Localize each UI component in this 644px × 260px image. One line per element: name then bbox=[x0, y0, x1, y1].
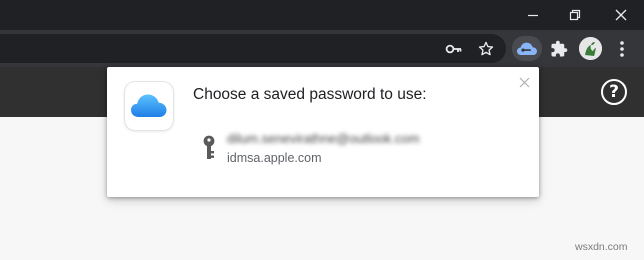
avatar[interactable] bbox=[579, 37, 602, 60]
extensions-button[interactable] bbox=[548, 38, 570, 60]
popup-title: Choose a saved password to use: bbox=[193, 86, 427, 103]
saved-credential-item[interactable]: dilum.senevirathne@outlook.com idmsa.app… bbox=[201, 125, 451, 167]
close-icon bbox=[519, 77, 529, 87]
more-icon bbox=[620, 41, 624, 57]
star-icon bbox=[478, 41, 494, 56]
minimize-icon bbox=[528, 14, 538, 17]
help-button[interactable]: ? bbox=[601, 79, 627, 105]
icloud-extension-icon bbox=[517, 42, 537, 55]
browser-titlebar bbox=[0, 0, 644, 30]
help-icon: ? bbox=[609, 82, 619, 102]
minimize-button[interactable] bbox=[512, 0, 554, 30]
menu-button[interactable] bbox=[611, 38, 633, 60]
password-key-button[interactable] bbox=[443, 38, 465, 60]
credential-username: dilum.senevirathne@outlook.com bbox=[227, 131, 420, 146]
bookmark-button[interactable] bbox=[475, 38, 497, 60]
key-icon bbox=[203, 135, 215, 159]
close-icon bbox=[615, 9, 627, 21]
credential-domain: idmsa.apple.com bbox=[227, 151, 322, 165]
icloud-icon bbox=[131, 94, 167, 117]
browser-toolbar bbox=[0, 30, 644, 67]
watermark: wsxdn.com bbox=[575, 241, 628, 253]
icloud-extension-button[interactable] bbox=[512, 36, 542, 61]
key-icon bbox=[445, 44, 462, 54]
avatar-image bbox=[579, 37, 602, 60]
password-picker-popup: Choose a saved password to use: dilum.se… bbox=[107, 67, 539, 197]
restore-icon bbox=[569, 9, 581, 21]
puzzle-icon bbox=[551, 40, 568, 57]
popup-close-button[interactable] bbox=[516, 74, 532, 90]
address-bar[interactable] bbox=[0, 34, 506, 63]
restore-button[interactable] bbox=[554, 0, 596, 30]
window-close-button[interactable] bbox=[600, 0, 642, 30]
icloud-app-icon bbox=[125, 82, 173, 130]
